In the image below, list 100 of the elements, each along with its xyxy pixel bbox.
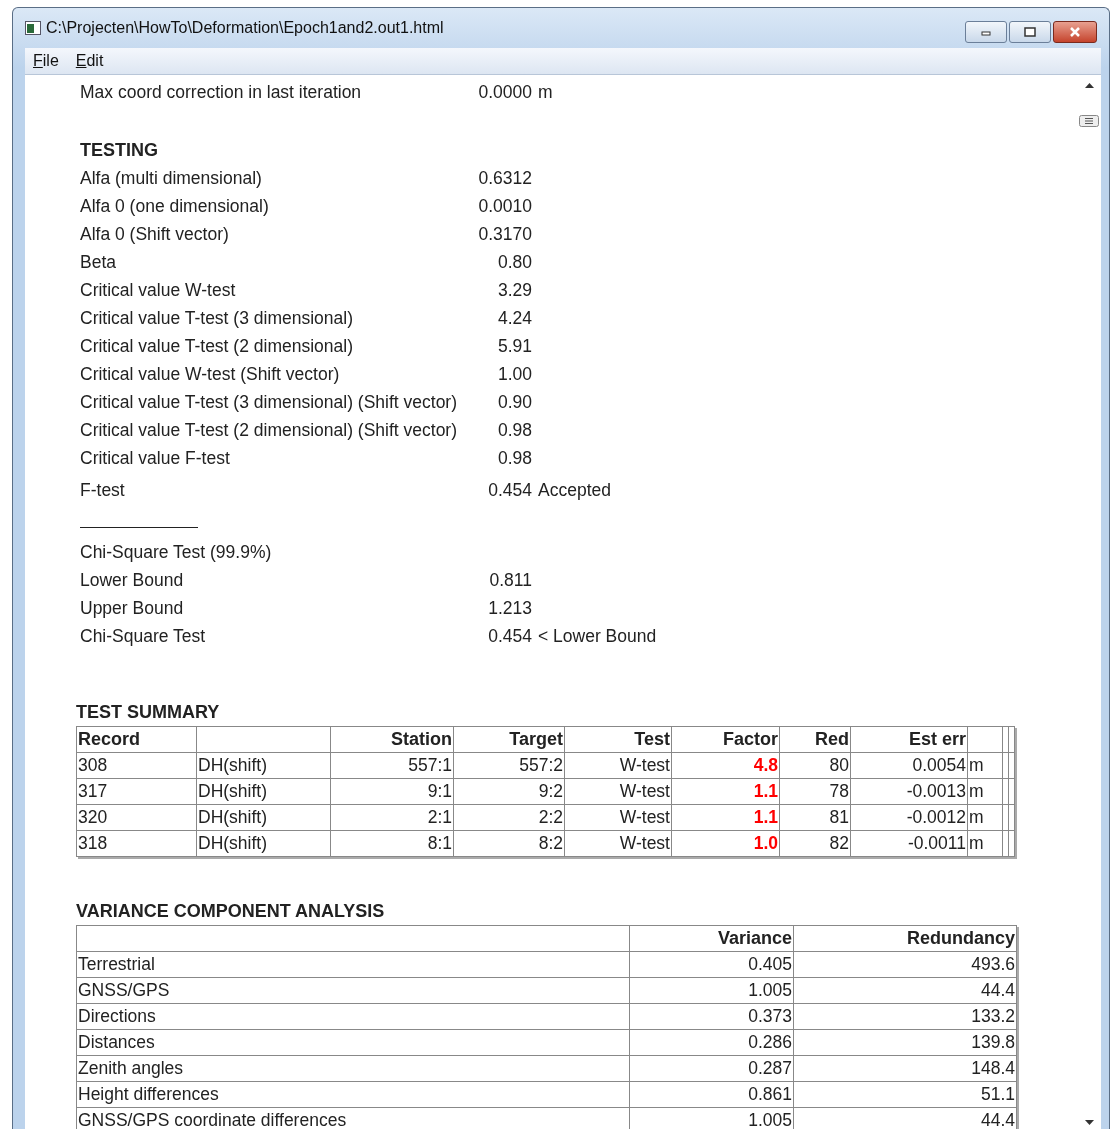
maximize-icon — [1023, 27, 1037, 37]
window-icon — [25, 21, 41, 35]
table-cell: 1.1 — [671, 778, 780, 805]
table-cell: m — [967, 778, 1003, 805]
row-label: Critical value T-test (3 dimensional) — [80, 307, 354, 329]
column-header: Target — [453, 726, 565, 753]
row-label: Critical value T-test (2 dimensional) (Shift vector) — [80, 419, 459, 441]
row-value: 0.0010 — [477, 195, 532, 217]
table-cell: Height differences — [76, 1081, 630, 1108]
row-label: Chi-Square Test — [80, 625, 207, 647]
table-cell: 148.4 — [793, 1055, 1017, 1082]
row-value: 0.80 — [496, 251, 532, 273]
table-cell: 0.861 — [629, 1081, 794, 1108]
column-header: Est err — [850, 726, 968, 753]
table-cell: m — [967, 804, 1003, 831]
table-cell: W-test — [564, 830, 672, 857]
column-header: Factor — [671, 726, 780, 753]
table-cell: GNSS/GPS coordinate differences — [76, 1107, 630, 1129]
table-cell: 139.8 — [793, 1029, 1017, 1056]
table-cell: 2:1 — [330, 804, 454, 831]
row-label: Max coord correction in last iteration — [80, 81, 363, 103]
table-cell: 82 — [779, 830, 851, 857]
table-cell: 44.4 — [793, 977, 1017, 1004]
table-cell: 78 — [779, 778, 851, 805]
table-cell: DH(shift) — [196, 778, 331, 805]
menu-item[interactable]: File — [25, 52, 68, 70]
row-label: Critical value T-test (2 dimensional) — [80, 335, 354, 357]
table-cell: DH(shift) — [196, 752, 331, 779]
table-cell: 8:2 — [453, 830, 565, 857]
table-cell: 0.286 — [629, 1029, 794, 1056]
row-value: 0.98 — [496, 447, 532, 469]
row-value: 5.91 — [496, 335, 532, 357]
row-value: 0.3170 — [477, 223, 532, 245]
row-value: 0.454 — [487, 625, 532, 647]
close-icon — [1068, 27, 1082, 37]
row-suffix: m — [538, 81, 553, 103]
table-cell: GNSS/GPS — [76, 977, 630, 1004]
table-cell: 9:1 — [330, 778, 454, 805]
close-button[interactable] — [1053, 21, 1097, 43]
table-cell: 0.287 — [629, 1055, 794, 1082]
table-cell: 1.005 — [629, 977, 794, 1004]
table-cell: 2:2 — [453, 804, 565, 831]
row-label: Chi-Square Test (99.9%) — [80, 541, 273, 563]
row-value: 0.454 — [487, 479, 532, 501]
table-cell: 4.8 — [671, 752, 780, 779]
column-header: Record — [76, 726, 197, 753]
table-cell: -0.0011 — [850, 830, 968, 857]
table-cell: 320 — [76, 804, 197, 831]
table-cell: 0.405 — [629, 951, 794, 978]
table-cell: 318 — [76, 830, 197, 857]
table-cell: 557:2 — [453, 752, 565, 779]
table-cell: DH(shift) — [196, 804, 331, 831]
table-cell: 0.373 — [629, 1003, 794, 1030]
column-header: Redundancy — [793, 925, 1017, 952]
table-cell: DH(shift) — [196, 830, 331, 857]
table-cell: 1.1 — [671, 804, 780, 831]
row-value: 1.213 — [487, 597, 532, 619]
table-cell: 133.2 — [793, 1003, 1017, 1030]
table-cell: 51.1 — [793, 1081, 1017, 1108]
table-cell: 0.0054 — [850, 752, 968, 779]
row-label: Critical value F-test — [80, 447, 231, 469]
row-label: Critical value W-test — [80, 279, 237, 301]
table-cell: Directions — [76, 1003, 630, 1030]
column-header: Test — [564, 726, 672, 753]
table-cell: W-test — [564, 778, 672, 805]
table-title: VARIANCE COMPONENT ANALYSIS — [76, 901, 386, 923]
row-value: 0.6312 — [477, 167, 532, 189]
table-cell: 308 — [76, 752, 197, 779]
table-cell: 1.0 — [671, 830, 780, 857]
table-cell: Distances — [76, 1029, 630, 1056]
minimize-button[interactable] — [965, 21, 1007, 43]
row-value: 0.811 — [488, 569, 532, 591]
scroll-up-icon[interactable] — [1084, 83, 1094, 88]
row-label: Lower Bound — [80, 569, 185, 591]
column-header: Station — [330, 726, 454, 753]
table-cell: 317 — [76, 778, 197, 805]
table-cell: m — [967, 830, 1003, 857]
row-value: 0.90 — [496, 391, 532, 413]
row-suffix: Accepted — [538, 479, 611, 501]
table-cell: 9:2 — [453, 778, 565, 805]
scroll-thumb-icon[interactable] — [1079, 115, 1099, 127]
row-value: 3.29 — [496, 279, 532, 301]
row-value: 0.0000 — [477, 81, 532, 103]
row-label: Critical value W-test (Shift vector) — [80, 363, 341, 385]
menu-item[interactable]: Edit — [67, 52, 113, 70]
row-label: Beta — [80, 251, 117, 273]
table-cell: Zenith angles — [76, 1055, 630, 1082]
scroll-down-icon[interactable] — [1084, 1120, 1094, 1125]
section-heading: TESTING — [80, 139, 159, 162]
row-label: F-test — [80, 479, 126, 501]
table-cell: Terrestrial — [76, 951, 630, 978]
minimize-icon — [980, 28, 992, 36]
column-header: Variance — [629, 925, 794, 952]
table-cell: m — [967, 752, 1003, 779]
row-value: 1.00 — [496, 363, 532, 385]
row-label: Alfa (multi dimensional) — [80, 167, 263, 189]
row-label: Upper Bound — [80, 597, 185, 619]
maximize-button[interactable] — [1009, 21, 1051, 43]
table-cell: 8:1 — [330, 830, 454, 857]
column-header: Red — [779, 726, 851, 753]
